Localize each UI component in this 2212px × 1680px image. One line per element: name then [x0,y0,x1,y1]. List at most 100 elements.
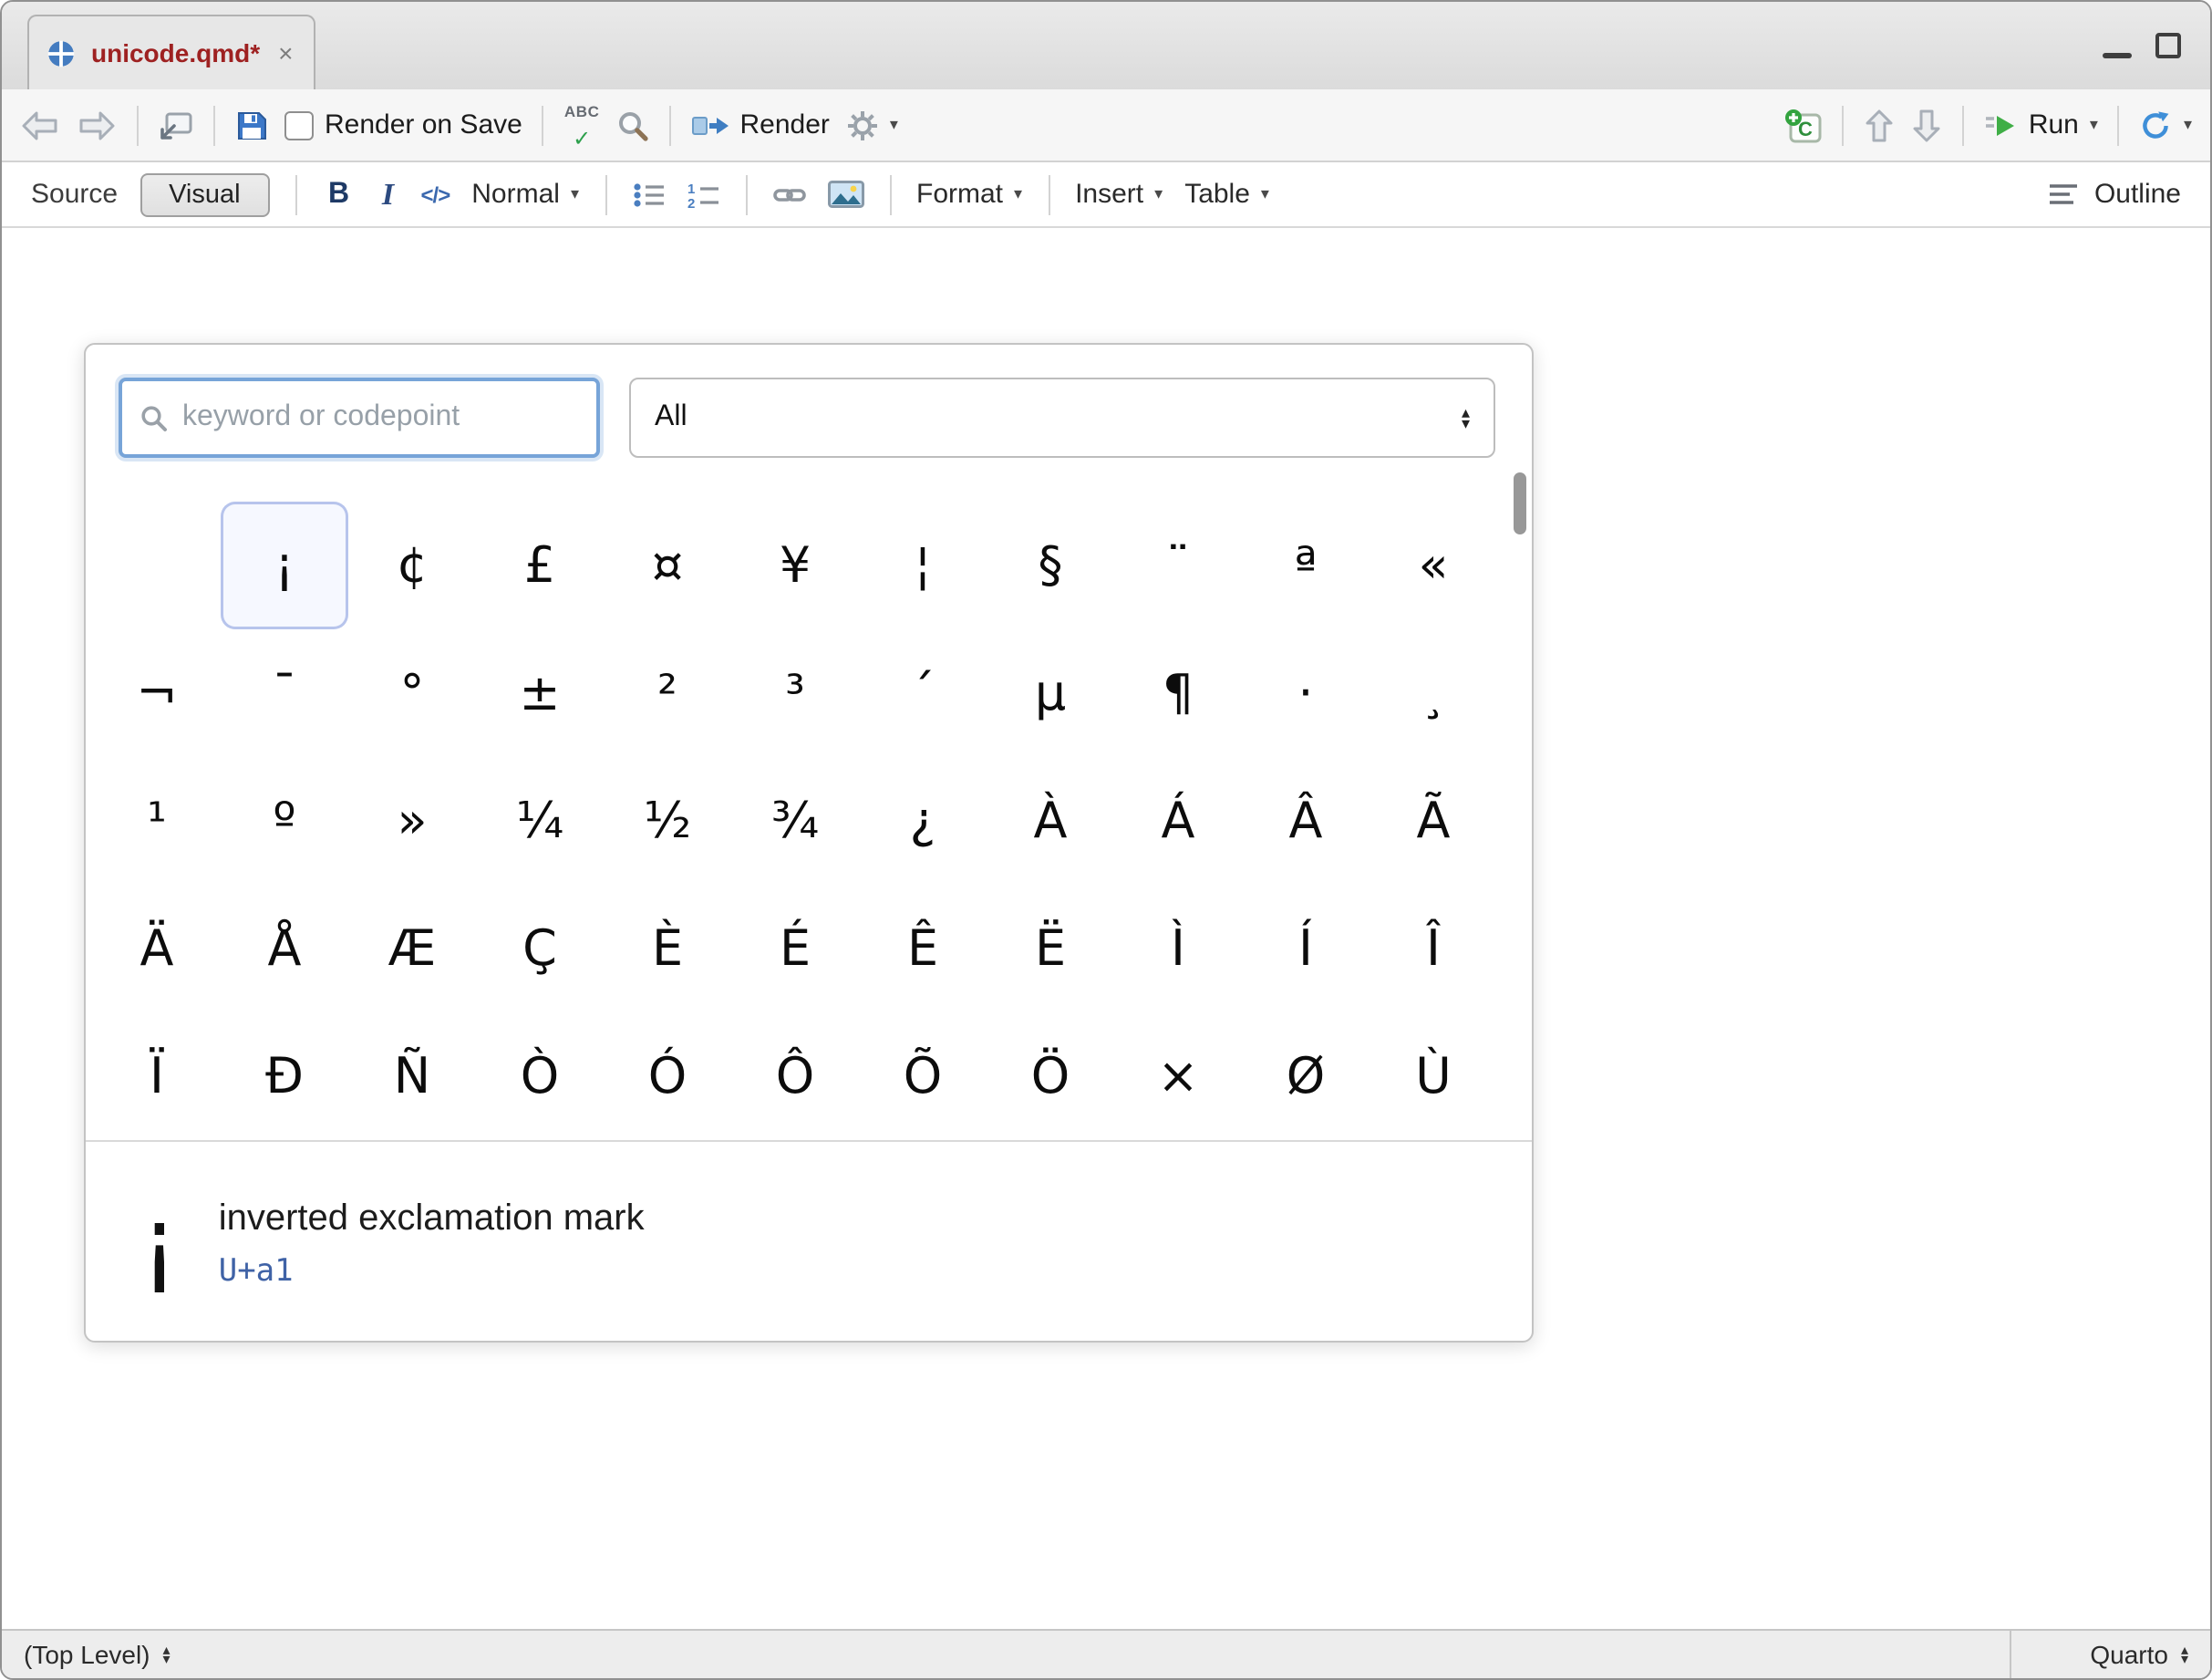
char-cell[interactable]: Ù [1370,1012,1497,1140]
run-button[interactable]: Run ▾ [1985,109,2098,140]
char-cell[interactable]: § [987,502,1114,629]
char-cell[interactable]: Ï [93,1012,221,1140]
tab-close-icon[interactable]: × [278,38,293,67]
link-button[interactable] [772,183,805,205]
char-cell[interactable]: Ó [604,1012,731,1140]
format-menu[interactable]: Format ▾ [916,179,1022,210]
char-cell[interactable]: ² [604,629,731,757]
char-cell[interactable]: ° [348,629,476,757]
char-cell[interactable]: ¸ [1370,629,1497,757]
char-cell[interactable]: º [221,757,348,885]
char-cell[interactable]: £ [476,502,604,629]
maximize-icon[interactable] [2155,33,2181,58]
render-on-save-checkbox[interactable] [284,110,314,140]
char-cell[interactable]: » [348,757,476,885]
bullet-list-button[interactable] [632,181,665,207]
char-cell[interactable]: ¦ [859,502,987,629]
char-cell[interactable]: ¨ [1114,502,1242,629]
code-button[interactable]: </> [421,181,450,207]
char-cell[interactable]: Ç [476,885,604,1012]
char-cell[interactable]: ¢ [348,502,476,629]
table-menu[interactable]: Table ▾ [1184,179,1269,210]
char-cell[interactable]: ¤ [604,502,731,629]
editor-canvas[interactable]: All ▴▾ ¡¢£¤¥¦§¨ª« ¬¯°±²³´µ¶·¸ ¹º»¼½¾¿ÀÁÂÃ Ä… [2,228,2210,1629]
char-cell[interactable] [93,502,221,629]
char-cell[interactable]: ± [476,629,604,757]
char-cell[interactable]: · [1242,629,1370,757]
picker-header: All ▴▾ [86,345,1532,458]
save-button[interactable] [235,109,268,141]
char-cell[interactable]: ¬ [93,629,221,757]
find-replace-button[interactable] [615,109,648,141]
char-cell[interactable]: ´ [859,629,987,757]
char-cell[interactable]: ª [1242,502,1370,629]
visual-mode-button[interactable]: Visual [140,172,269,216]
category-select-value: All [655,401,1462,434]
paragraph-style-dropdown[interactable]: Normal ▾ [471,179,579,210]
char-cell[interactable]: µ [987,629,1114,757]
rerun-button[interactable]: ▾ [2140,109,2192,141]
char-cell[interactable]: ¾ [731,757,859,885]
char-cell[interactable]: Î [1370,885,1497,1012]
tab-unicode-qmd[interactable]: unicode.qmd* × [27,15,315,89]
open-in-new-window-button[interactable] [159,110,193,140]
char-cell[interactable]: Ê [859,885,987,1012]
insert-menu[interactable]: Insert ▾ [1075,179,1163,210]
char-cell[interactable]: È [604,885,731,1012]
char-search-input[interactable] [182,401,578,434]
scope-selector[interactable]: (Top Level) ▴▾ [24,1640,171,1669]
minimize-icon[interactable] [2103,52,2132,57]
char-cell[interactable]: Õ [859,1012,987,1140]
separator [1048,174,1049,214]
category-select[interactable]: All ▴▾ [629,378,1495,458]
format-toolbar: Source Visual B I </> Normal ▾ 12 [2,162,2210,228]
char-cell[interactable]: ¡ [221,502,348,629]
char-cell[interactable]: Ø [1242,1012,1370,1140]
char-cell[interactable]: ³ [731,629,859,757]
char-cell[interactable]: Á [1114,757,1242,885]
back-button[interactable] [20,109,60,141]
char-cell[interactable]: Â [1242,757,1370,885]
render-button[interactable]: Render [690,109,829,140]
char-cell[interactable]: Ñ [348,1012,476,1140]
char-cell[interactable]: Å [221,885,348,1012]
char-cell[interactable]: Æ [348,885,476,1012]
char-cell[interactable]: ¥ [731,502,859,629]
char-cell[interactable]: Ö [987,1012,1114,1140]
char-search[interactable] [119,378,600,458]
char-cell[interactable]: ¯ [221,629,348,757]
render-on-save-toggle[interactable]: Render on Save [284,109,522,140]
document-mode-selector[interactable]: Quarto ▴▾ [2010,1631,2210,1678]
search-icon [140,404,168,431]
insert-chunk-button[interactable]: C [1784,107,1823,143]
forward-button[interactable] [77,109,117,141]
outline-toggle[interactable]: Outline [2049,179,2181,210]
char-cell[interactable]: Í [1242,885,1370,1012]
numbered-list-button[interactable]: 12 [687,181,719,207]
char-cell[interactable]: ¼ [476,757,604,885]
go-to-previous-chunk-button[interactable] [1865,107,1896,143]
insert-image-button[interactable] [827,181,863,208]
source-mode-button[interactable]: Source [31,179,118,210]
char-cell[interactable]: × [1114,1012,1242,1140]
char-cell[interactable]: Ð [221,1012,348,1140]
char-cell[interactable]: Ë [987,885,1114,1012]
char-cell[interactable]: Ì [1114,885,1242,1012]
italic-button[interactable]: I [377,176,399,213]
char-cell[interactable]: É [731,885,859,1012]
char-cell[interactable]: « [1370,502,1497,629]
char-cell[interactable]: ¶ [1114,629,1242,757]
char-cell[interactable]: Ô [731,1012,859,1140]
scrollbar-thumb[interactable] [1514,472,1526,534]
char-cell[interactable]: ¿ [859,757,987,885]
render-options-button[interactable]: ▾ [846,109,898,141]
char-cell[interactable]: Ã [1370,757,1497,885]
char-cell[interactable]: Ä [93,885,221,1012]
char-cell[interactable]: Ò [476,1012,604,1140]
bold-button[interactable]: B [323,178,356,211]
go-to-next-chunk-button[interactable] [1912,107,1943,143]
char-cell[interactable]: À [987,757,1114,885]
spellcheck-button[interactable]: ABC ✓ [564,103,600,147]
char-cell[interactable]: ¹ [93,757,221,885]
char-cell[interactable]: ½ [604,757,731,885]
